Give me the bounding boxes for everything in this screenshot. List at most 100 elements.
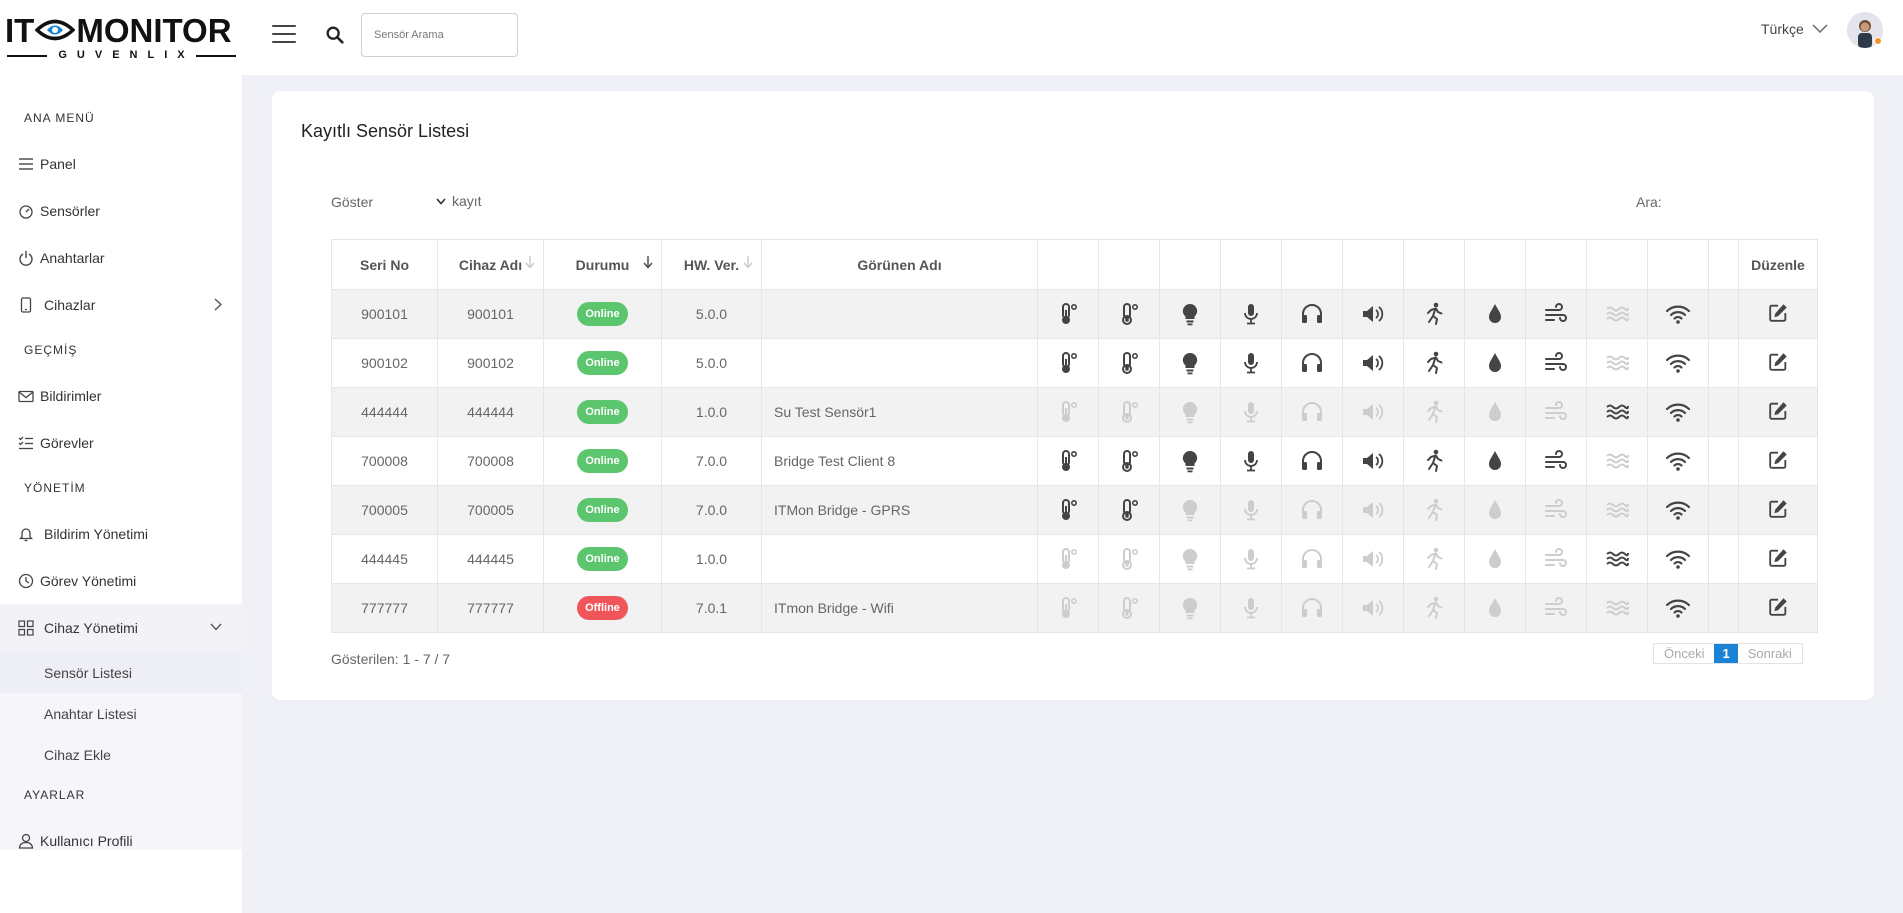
water-level-icon[interactable]: [1604, 546, 1630, 572]
water-drop-icon[interactable]: [1482, 350, 1508, 376]
thermometer-alt-icon[interactable]: [1116, 546, 1142, 572]
sidebar-item-task-management[interactable]: Görev Yönetimi: [0, 561, 242, 601]
edit-icon[interactable]: [1766, 400, 1790, 424]
sidebar-item-sensors[interactable]: Sensörler: [0, 191, 242, 231]
microphone-icon[interactable]: [1238, 350, 1264, 376]
motion-icon[interactable]: [1421, 350, 1447, 376]
water-drop-icon[interactable]: [1482, 448, 1508, 474]
thermometer-alt-icon[interactable]: [1116, 595, 1142, 621]
water-level-icon[interactable]: [1604, 448, 1630, 474]
headphones-icon[interactable]: [1299, 546, 1325, 572]
sidebar-item-notification-management[interactable]: Bildirim Yönetimi: [0, 514, 242, 554]
thermometer-icon[interactable]: [1055, 595, 1081, 621]
lightbulb-icon[interactable]: [1177, 448, 1203, 474]
motion-icon[interactable]: [1421, 399, 1447, 425]
speaker-icon[interactable]: [1360, 301, 1386, 327]
thermometer-alt-icon[interactable]: [1116, 399, 1142, 425]
speaker-icon[interactable]: [1360, 399, 1386, 425]
page-length-select[interactable]: kayıt: [436, 187, 546, 215]
lightbulb-icon[interactable]: [1177, 399, 1203, 425]
sidebar-item-panel[interactable]: Panel: [0, 144, 242, 184]
edit-icon[interactable]: [1766, 302, 1790, 326]
thermometer-icon[interactable]: [1055, 497, 1081, 523]
lightbulb-icon[interactable]: [1177, 497, 1203, 523]
table-search-input[interactable]: [1666, 187, 1816, 215]
edit-icon[interactable]: [1766, 351, 1790, 375]
headphones-icon[interactable]: [1299, 399, 1325, 425]
brand-logo[interactable]: IT MONITOR GUVENLIX: [5, 14, 238, 64]
column-header-hw-version[interactable]: HW. Ver.: [661, 239, 762, 290]
sidebar-item-devices[interactable]: Cihazlar: [0, 285, 242, 325]
wifi-icon[interactable]: [1665, 497, 1691, 523]
water-drop-icon[interactable]: [1482, 595, 1508, 621]
water-level-icon[interactable]: [1604, 399, 1630, 425]
speaker-icon[interactable]: [1360, 595, 1386, 621]
microphone-icon[interactable]: [1238, 399, 1264, 425]
sidebar-item-tasks[interactable]: Görevler: [0, 423, 242, 463]
microphone-icon[interactable]: [1238, 595, 1264, 621]
water-level-icon[interactable]: [1604, 350, 1630, 376]
wind-icon[interactable]: [1543, 497, 1569, 523]
wind-icon[interactable]: [1543, 546, 1569, 572]
column-header-status[interactable]: Durumu: [543, 239, 662, 290]
microphone-icon[interactable]: [1238, 301, 1264, 327]
thermometer-icon[interactable]: [1055, 350, 1081, 376]
water-drop-icon[interactable]: [1482, 497, 1508, 523]
wifi-icon[interactable]: [1665, 301, 1691, 327]
motion-icon[interactable]: [1421, 546, 1447, 572]
microphone-icon[interactable]: [1238, 497, 1264, 523]
menu-toggle-icon[interactable]: [272, 25, 296, 45]
water-drop-icon[interactable]: [1482, 399, 1508, 425]
sensor-search-input[interactable]: [361, 13, 518, 57]
sidebar-item-device-management[interactable]: Cihaz Yönetimi: [0, 604, 242, 651]
motion-icon[interactable]: [1421, 301, 1447, 327]
pagination-next-button[interactable]: Sonraki: [1738, 644, 1802, 663]
headphones-icon[interactable]: [1299, 301, 1325, 327]
edit-icon[interactable]: [1766, 449, 1790, 473]
headphones-icon[interactable]: [1299, 350, 1325, 376]
column-header-serial[interactable]: Seri No: [331, 239, 438, 290]
water-level-icon[interactable]: [1604, 301, 1630, 327]
thermometer-icon[interactable]: [1055, 399, 1081, 425]
edit-icon[interactable]: [1766, 547, 1790, 571]
wifi-icon[interactable]: [1665, 448, 1691, 474]
water-drop-icon[interactable]: [1482, 301, 1508, 327]
motion-icon[interactable]: [1421, 448, 1447, 474]
wind-icon[interactable]: [1543, 448, 1569, 474]
pagination-page-1[interactable]: 1: [1714, 644, 1738, 663]
edit-icon[interactable]: [1766, 596, 1790, 620]
thermometer-alt-icon[interactable]: [1116, 497, 1142, 523]
thermometer-icon[interactable]: [1055, 546, 1081, 572]
thermometer-alt-icon[interactable]: [1116, 301, 1142, 327]
water-level-icon[interactable]: [1604, 595, 1630, 621]
wifi-icon[interactable]: [1665, 399, 1691, 425]
thermometer-icon[interactable]: [1055, 301, 1081, 327]
wifi-icon[interactable]: [1665, 595, 1691, 621]
microphone-icon[interactable]: [1238, 448, 1264, 474]
thermometer-alt-icon[interactable]: [1116, 448, 1142, 474]
sidebar-item-switches[interactable]: Anahtarlar: [0, 238, 242, 278]
microphone-icon[interactable]: [1238, 546, 1264, 572]
search-icon[interactable]: [324, 24, 346, 46]
headphones-icon[interactable]: [1299, 595, 1325, 621]
water-drop-icon[interactable]: [1482, 546, 1508, 572]
wifi-icon[interactable]: [1665, 350, 1691, 376]
submenu-item-add-device[interactable]: Cihaz Ekle: [44, 747, 111, 763]
speaker-icon[interactable]: [1360, 350, 1386, 376]
wind-icon[interactable]: [1543, 350, 1569, 376]
lightbulb-icon[interactable]: [1177, 350, 1203, 376]
water-level-icon[interactable]: [1604, 497, 1630, 523]
lightbulb-icon[interactable]: [1177, 301, 1203, 327]
edit-icon[interactable]: [1766, 498, 1790, 522]
motion-icon[interactable]: [1421, 595, 1447, 621]
wind-icon[interactable]: [1543, 595, 1569, 621]
sidebar-item-notifications[interactable]: Bildirimler: [0, 376, 242, 416]
sidebar-item-user-profile[interactable]: Kullanıcı Profili: [0, 821, 242, 861]
lightbulb-icon[interactable]: [1177, 595, 1203, 621]
lightbulb-icon[interactable]: [1177, 546, 1203, 572]
headphones-icon[interactable]: [1299, 497, 1325, 523]
wind-icon[interactable]: [1543, 301, 1569, 327]
pagination-previous-button[interactable]: Önceki: [1654, 644, 1714, 663]
language-selector[interactable]: Türkçe: [1761, 21, 1828, 37]
column-header-display-name[interactable]: Görünen Adı: [761, 239, 1038, 290]
